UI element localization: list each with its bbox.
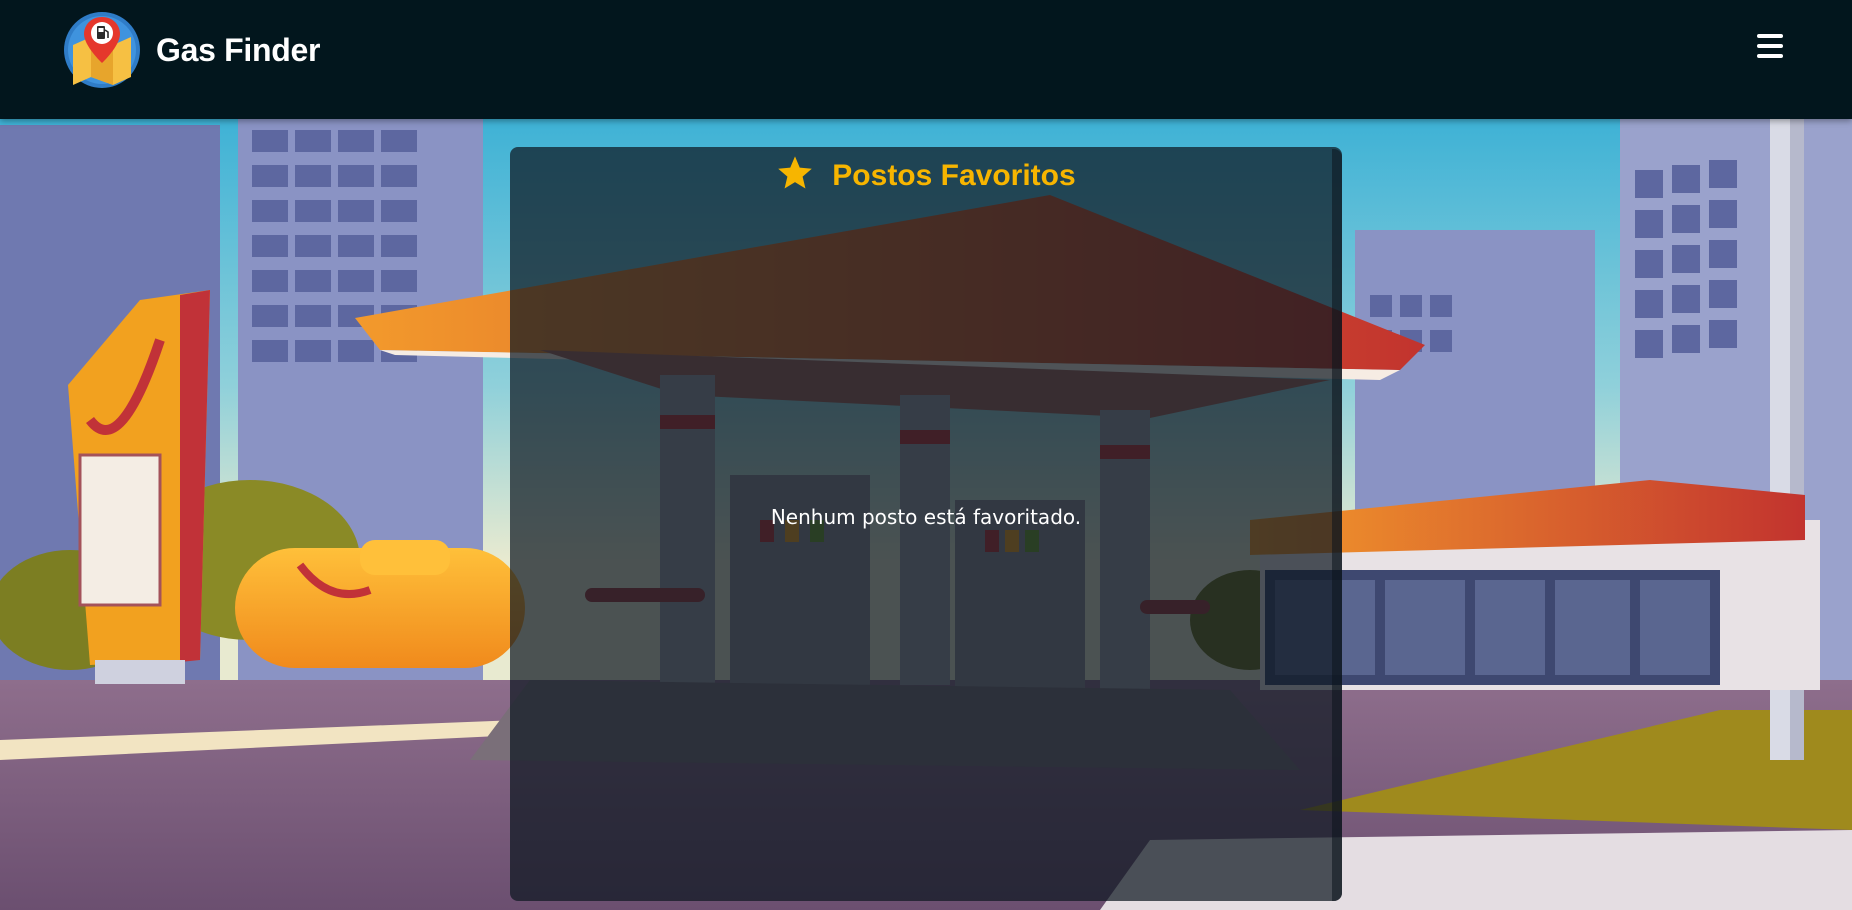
menu-bar [1757,54,1783,58]
panel-header: Postos Favoritos [510,156,1342,193]
app-name: Gas Finder [156,31,321,68]
favorites-panel: Postos Favoritos Nenhum posto está favor… [510,147,1342,901]
map-pin-fuel-logo [64,12,140,88]
menu-bar [1757,44,1783,48]
brand[interactable]: Gas Finder [63,11,320,89]
star-icon [778,156,813,189]
menu-bar [1757,34,1783,38]
page-title: Postos Favoritos [832,159,1076,192]
hamburger-menu-icon[interactable] [1751,30,1789,62]
empty-state-message: Nenhum posto está favoritado. [770,505,1082,529]
top-navbar: Gas Finder [0,0,1852,119]
